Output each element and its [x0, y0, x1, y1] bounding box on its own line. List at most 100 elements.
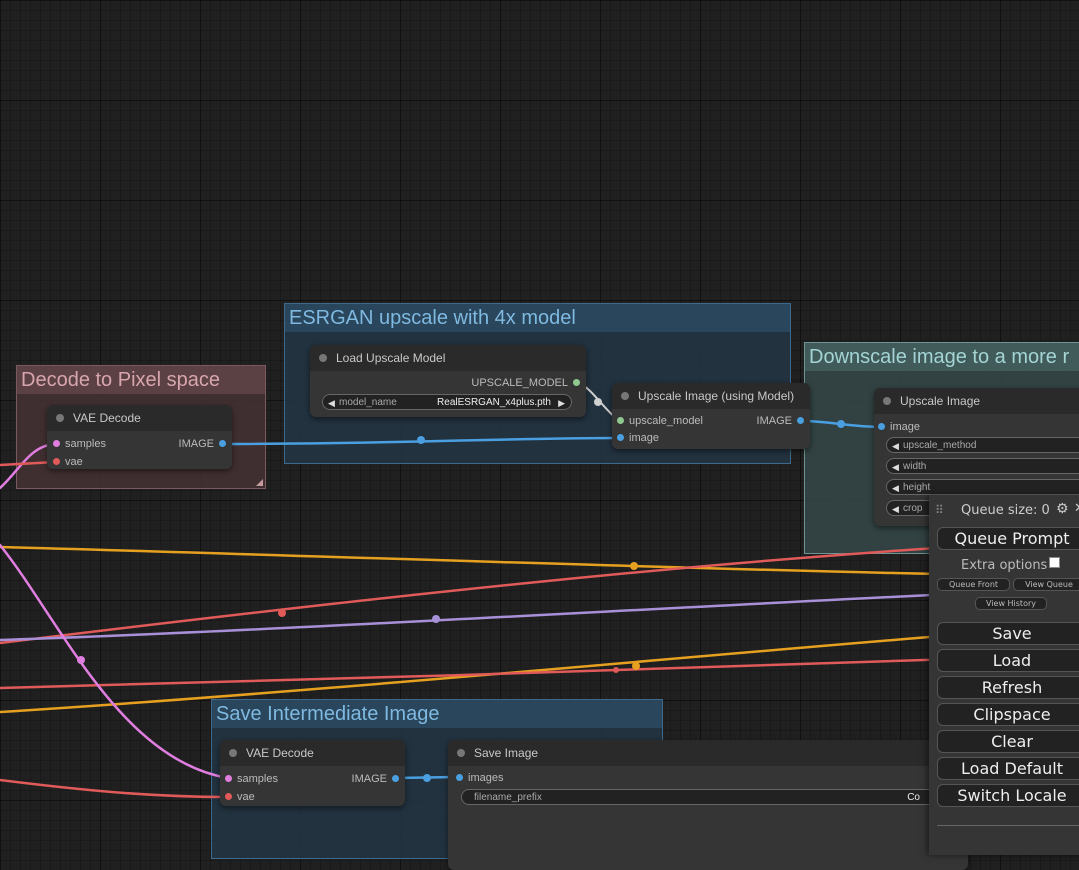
view-queue-button[interactable]: View Queue: [1013, 578, 1079, 591]
node-title-text: VAE Decode: [246, 746, 314, 760]
node-title[interactable]: VAE Decode: [220, 740, 405, 766]
node-title[interactable]: Upscale Image (using Model): [612, 383, 810, 409]
node-collapse-dot-icon[interactable]: [56, 414, 64, 422]
height-number[interactable]: ◀ height: [886, 479, 1079, 495]
node-collapse-dot-icon[interactable]: [457, 749, 465, 757]
slot-label: images: [468, 772, 504, 784]
extra-options-toggle[interactable]: Extra options: [961, 557, 1061, 573]
gear-icon[interactable]: ⚙: [1056, 501, 1069, 517]
pin-icon[interactable]: [878, 423, 885, 430]
refresh-button[interactable]: Refresh: [937, 676, 1079, 699]
group-title[interactable]: Decode to Pixel space: [17, 366, 265, 394]
group-title[interactable]: Downscale image to a more r: [805, 343, 1079, 371]
load-default-button[interactable]: Load Default: [937, 757, 1079, 780]
input-image[interactable]: image: [878, 420, 920, 434]
node-collapse-dot-icon[interactable]: [319, 354, 327, 362]
pin-icon[interactable]: [573, 379, 580, 386]
save-button[interactable]: Save: [937, 622, 1079, 645]
node-load-upscale-model[interactable]: Load Upscale Model UPSCALE_MODEL ◀ model…: [310, 345, 586, 417]
pin-icon[interactable]: [797, 417, 804, 424]
node-title-text: Save Image: [474, 746, 539, 760]
input-vae[interactable]: vae: [53, 455, 83, 469]
widget-label: crop: [903, 503, 923, 514]
slot-label: UPSCALE_MODEL: [471, 377, 568, 389]
node-vae-decode-2[interactable]: VAE Decode samples vae IMAGE: [220, 740, 405, 806]
output-upscale-model[interactable]: UPSCALE_MODEL: [471, 376, 580, 390]
node-vae-decode[interactable]: VAE Decode samples vae IMAGE: [47, 405, 232, 469]
pin-icon[interactable]: [219, 440, 226, 447]
red-link: [0, 538, 1079, 645]
pin-icon[interactable]: [392, 775, 399, 782]
node-title-text: VAE Decode: [73, 411, 141, 425]
node-title[interactable]: VAE Decode: [47, 405, 232, 431]
widget-value: RealESRGAN_x4plus.pth: [437, 397, 551, 408]
widget-label: upscale_method: [903, 440, 977, 451]
arrow-left-icon[interactable]: ◀: [892, 501, 899, 515]
pin-icon[interactable]: [225, 775, 232, 782]
output-image[interactable]: IMAGE: [756, 414, 804, 428]
drag-handle-icon[interactable]: ⠿: [935, 503, 944, 517]
slot-label: IMAGE: [351, 773, 387, 785]
width-number[interactable]: ◀ width: [886, 458, 1079, 474]
extra-options-checkbox[interactable]: [1049, 557, 1061, 568]
node-upscale-image-using-model[interactable]: Upscale Image (using Model) upscale_mode…: [612, 383, 810, 449]
input-vae[interactable]: vae: [225, 790, 255, 804]
slot-label: IMAGE: [756, 415, 792, 427]
input-image[interactable]: image: [617, 431, 659, 445]
clipspace-button[interactable]: Clipspace: [937, 703, 1079, 726]
slot-label: image: [890, 421, 920, 433]
output-image[interactable]: IMAGE: [351, 772, 399, 786]
output-image[interactable]: IMAGE: [179, 437, 226, 451]
pin-icon[interactable]: [225, 793, 232, 800]
arrow-left-icon[interactable]: ◀: [328, 395, 335, 409]
close-icon[interactable]: ✕: [1074, 501, 1079, 516]
load-button[interactable]: Load: [937, 649, 1079, 672]
pin-icon[interactable]: [617, 434, 624, 441]
view-history-button[interactable]: View History: [975, 597, 1047, 610]
arrow-left-icon[interactable]: ◀: [892, 459, 899, 473]
input-upscale-model[interactable]: upscale_model: [617, 414, 703, 428]
group-title[interactable]: Save Intermediate Image: [212, 700, 662, 728]
pin-icon[interactable]: [53, 458, 60, 465]
pin-icon[interactable]: [617, 417, 624, 424]
widget-label: height: [903, 482, 931, 493]
queue-front-button[interactable]: Queue Front: [937, 578, 1010, 591]
widget-label: width: [903, 461, 927, 472]
panel-divider: [937, 825, 1079, 826]
slot-label: samples: [65, 438, 106, 450]
input-samples[interactable]: samples: [53, 437, 106, 451]
slot-label: vae: [237, 791, 255, 803]
node-title[interactable]: Upscale Image: [874, 388, 1079, 414]
arrow-right-icon[interactable]: ▶: [558, 395, 565, 409]
node-title-text: Upscale Image: [900, 394, 981, 408]
node-collapse-dot-icon[interactable]: [883, 397, 891, 405]
queue-prompt-button[interactable]: Queue Prompt: [937, 527, 1079, 550]
vae-link-2: [0, 778, 230, 799]
clear-button[interactable]: Clear: [937, 730, 1079, 753]
slot-label: vae: [65, 456, 83, 468]
extra-options-label: Extra options: [961, 558, 1048, 573]
arrow-left-icon[interactable]: ◀: [892, 480, 899, 494]
group-resize-handle[interactable]: [256, 479, 263, 486]
slot-label: samples: [237, 773, 278, 785]
upscale-method-combo[interactable]: ◀ upscale_method bi: [886, 437, 1079, 453]
pin-icon[interactable]: [456, 774, 463, 781]
model-name-combo[interactable]: ◀ model_name RealESRGAN_x4plus.pth ▶: [322, 394, 572, 410]
input-images[interactable]: images: [456, 771, 504, 785]
node-collapse-dot-icon[interactable]: [229, 749, 237, 757]
graph-canvas[interactable]: Decode to Pixel space ESRGAN upscale wit…: [0, 0, 1079, 870]
node-title-text: Load Upscale Model: [336, 351, 446, 365]
group-title[interactable]: ESRGAN upscale with 4x model: [285, 304, 790, 332]
input-samples[interactable]: samples: [225, 772, 278, 786]
node-title[interactable]: Save Image: [448, 740, 968, 766]
node-collapse-dot-icon[interactable]: [621, 392, 629, 400]
latent-link-2: [0, 543, 230, 780]
switch-locale-button[interactable]: Switch Locale: [937, 784, 1079, 807]
queue-size-label: Queue size: 0: [961, 503, 1050, 518]
node-title[interactable]: Load Upscale Model: [310, 345, 586, 371]
widget-label: filename_prefix: [474, 792, 542, 803]
filename-prefix-input[interactable]: filename_prefix Co: [461, 789, 951, 805]
red-link-2: [0, 653, 1079, 690]
arrow-left-icon[interactable]: ◀: [892, 438, 899, 452]
pin-icon[interactable]: [53, 440, 60, 447]
